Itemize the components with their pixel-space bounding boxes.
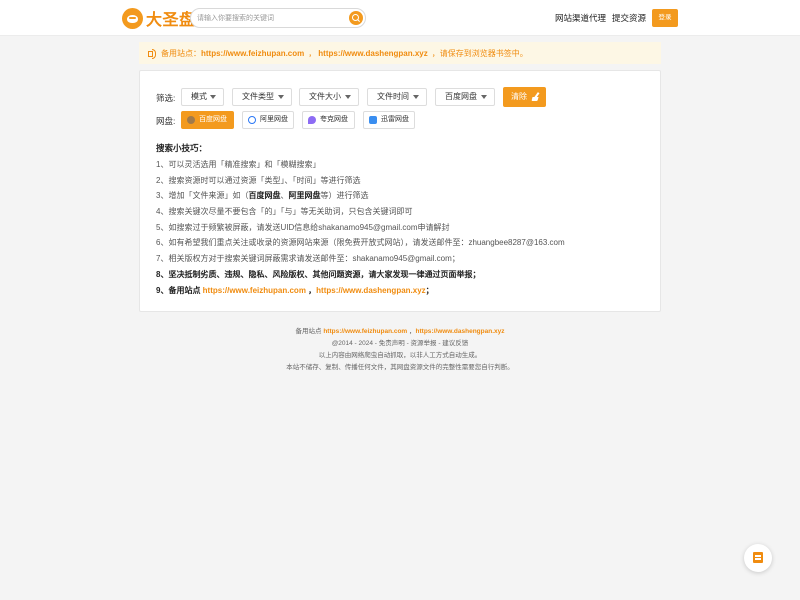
- tip-item: 2、搜索资源时可以通过资源「类型」、「时间」等进行筛选: [156, 175, 361, 185]
- tip-bold-baidu: 百度网盘: [248, 191, 281, 201]
- filter-label: 筛选:: [156, 93, 176, 103]
- dropdown-label: 百度网盘: [445, 92, 477, 101]
- tip-item: 5、如搜索过于频繁被屏蔽，请发送UID信息给shakanamo945@gmail…: [156, 222, 450, 232]
- tip-site-1[interactable]: https://www.feizhupan.com: [203, 286, 306, 295]
- tip-text: ；: [425, 285, 434, 295]
- tip-item: 6、如有希望我们重点关注或收录的资源网站来源（限免费开放式网站），请发送邮件至：…: [156, 238, 565, 248]
- footer-site-1[interactable]: https://www.feizhupan.com: [323, 328, 407, 335]
- tips-title: 搜索小技巧：: [156, 143, 208, 153]
- filter-time-dropdown[interactable]: 文件时间: [367, 88, 427, 106]
- chevron-down-icon: [413, 95, 419, 99]
- search-panel: 筛选: 模式 文件类型 文件大小 文件时间 百度网盘 清除 网盘: 百度网盘 阿…: [139, 70, 661, 312]
- pan-tab-label: 阿里网盘: [260, 116, 288, 123]
- notice-bar: 备用站点： https://www.feizhupan.com ， https:…: [139, 42, 661, 64]
- tip-text: 等）进行筛选: [320, 191, 369, 201]
- pan-tab-xunlei[interactable]: 迅雷网盘: [363, 111, 415, 129]
- floating-action-button[interactable]: [744, 544, 772, 572]
- notice-prefix: 备用站点：: [161, 48, 201, 58]
- filter-pan-dropdown[interactable]: 百度网盘: [435, 88, 495, 106]
- chevron-down-icon: [278, 95, 284, 99]
- pan-label: 网盘:: [156, 116, 176, 126]
- dropdown-label: 文件时间: [377, 92, 409, 101]
- filter-mode-dropdown[interactable]: 模式: [181, 88, 224, 106]
- baidu-pan-icon: [187, 116, 195, 124]
- ali-pan-icon: [248, 116, 256, 124]
- footer-disclaimer-2: 本站不储存、复制、传播任何文件，其网盘资源文件的完整性需要您自行判断。: [286, 364, 514, 371]
- quark-pan-icon: [308, 116, 316, 124]
- top-bar: 大圣盘 网站渠道代理 提交资源 登录: [0, 0, 800, 36]
- tip-item: 3、增加「文件来源」如（百度网盘、阿里网盘等）进行筛选: [156, 188, 656, 204]
- filter-type-dropdown[interactable]: 文件类型: [232, 88, 292, 106]
- nav-channel-agent[interactable]: 网站渠道代理: [555, 12, 606, 24]
- chevron-down-icon: [345, 95, 351, 99]
- notice-site-2[interactable]: https://www.dashengpan.xyz: [318, 49, 428, 58]
- login-button[interactable]: 登录: [652, 9, 678, 27]
- tip-text: 3、增加「文件来源」如（: [156, 191, 249, 201]
- tip-text: 9、备用站点: [156, 285, 203, 295]
- search-box: [190, 8, 366, 28]
- footer-links-line[interactable]: @2014 - 2024 - 免责声明 - 资源举报 - 建议反馈: [0, 338, 800, 350]
- pan-tab-label: 夸克网盘: [320, 116, 348, 123]
- clear-button[interactable]: 清除: [503, 87, 546, 107]
- nav-submit-resource[interactable]: 提交资源: [612, 12, 646, 24]
- dropdown-label: 模式: [191, 92, 207, 101]
- dropdown-label: 文件大小: [309, 92, 341, 101]
- tip-text: ，: [305, 285, 317, 295]
- tip-item: 7、相关版权方对于搜索关键词屏蔽需求请发送邮件至：shakanamo945@gm…: [156, 254, 460, 264]
- notice-sep: ，: [308, 48, 317, 58]
- filter-size-dropdown[interactable]: 文件大小: [299, 88, 359, 106]
- search-input[interactable]: [197, 11, 345, 25]
- tip-item: 9、备用站点 https://www.feizhupan.com ，https:…: [156, 283, 656, 299]
- logo-text: 大圣盘: [146, 12, 196, 29]
- footer-site-2[interactable]: https://www.dashengpan.xyz: [416, 328, 505, 335]
- broom-icon: [532, 92, 540, 101]
- speaker-icon: [147, 48, 157, 59]
- tip-site-2[interactable]: https://www.dashengpan.xyz: [316, 286, 426, 295]
- footer-text: ，: [407, 328, 416, 335]
- footer-text: 备用站点: [295, 328, 324, 335]
- pan-tab-ali[interactable]: 阿里网盘: [242, 111, 294, 129]
- tip-bold-ali: 阿里网盘: [288, 191, 321, 201]
- monkey-logo-icon: [122, 7, 143, 29]
- footer-disclaimer-1: 以上内容由网络爬虫自动抓取，以非人工方式自动生成。: [318, 352, 482, 359]
- chevron-down-icon: [210, 95, 216, 99]
- search-icon[interactable]: [349, 11, 363, 25]
- notice-site-1[interactable]: https://www.feizhupan.com: [201, 49, 304, 58]
- tip-item: 8、坚决抵制劣质、违规、隐私、风险版权、其他问题资源，请大家发现一律通过页面举报…: [156, 269, 481, 279]
- bookmark-icon: [753, 552, 763, 563]
- notice-suffix: ，请保存到浏览器书签中。: [431, 48, 528, 58]
- pan-tab-label: 百度网盘: [199, 116, 227, 123]
- dropdown-label: 文件类型: [242, 92, 274, 101]
- xunlei-pan-icon: [369, 116, 377, 124]
- pan-tab-quark[interactable]: 夸克网盘: [302, 111, 355, 129]
- site-logo[interactable]: 大圣盘: [122, 6, 196, 30]
- footer: 备用站点 https://www.feizhupan.com ，https://…: [0, 326, 800, 374]
- pan-tab-baidu[interactable]: 百度网盘: [181, 111, 234, 129]
- chevron-down-icon: [481, 95, 487, 99]
- tips-list: 1、可以灵活选用「精准搜索」和「模糊搜索」 2、搜索资源时可以通过资源「类型」、…: [156, 157, 656, 298]
- tip-item: 1、可以灵活选用「精准搜索」和「模糊搜索」: [156, 160, 321, 169]
- footer-backup-line: 备用站点 https://www.feizhupan.com ，https://…: [0, 326, 800, 338]
- tip-item: 4、搜索关键次尽量不要包含「的」「与」等无关助词，只包含关键词即可: [156, 207, 413, 217]
- pan-tab-label: 迅雷网盘: [381, 116, 409, 123]
- clear-label: 清除: [511, 92, 527, 101]
